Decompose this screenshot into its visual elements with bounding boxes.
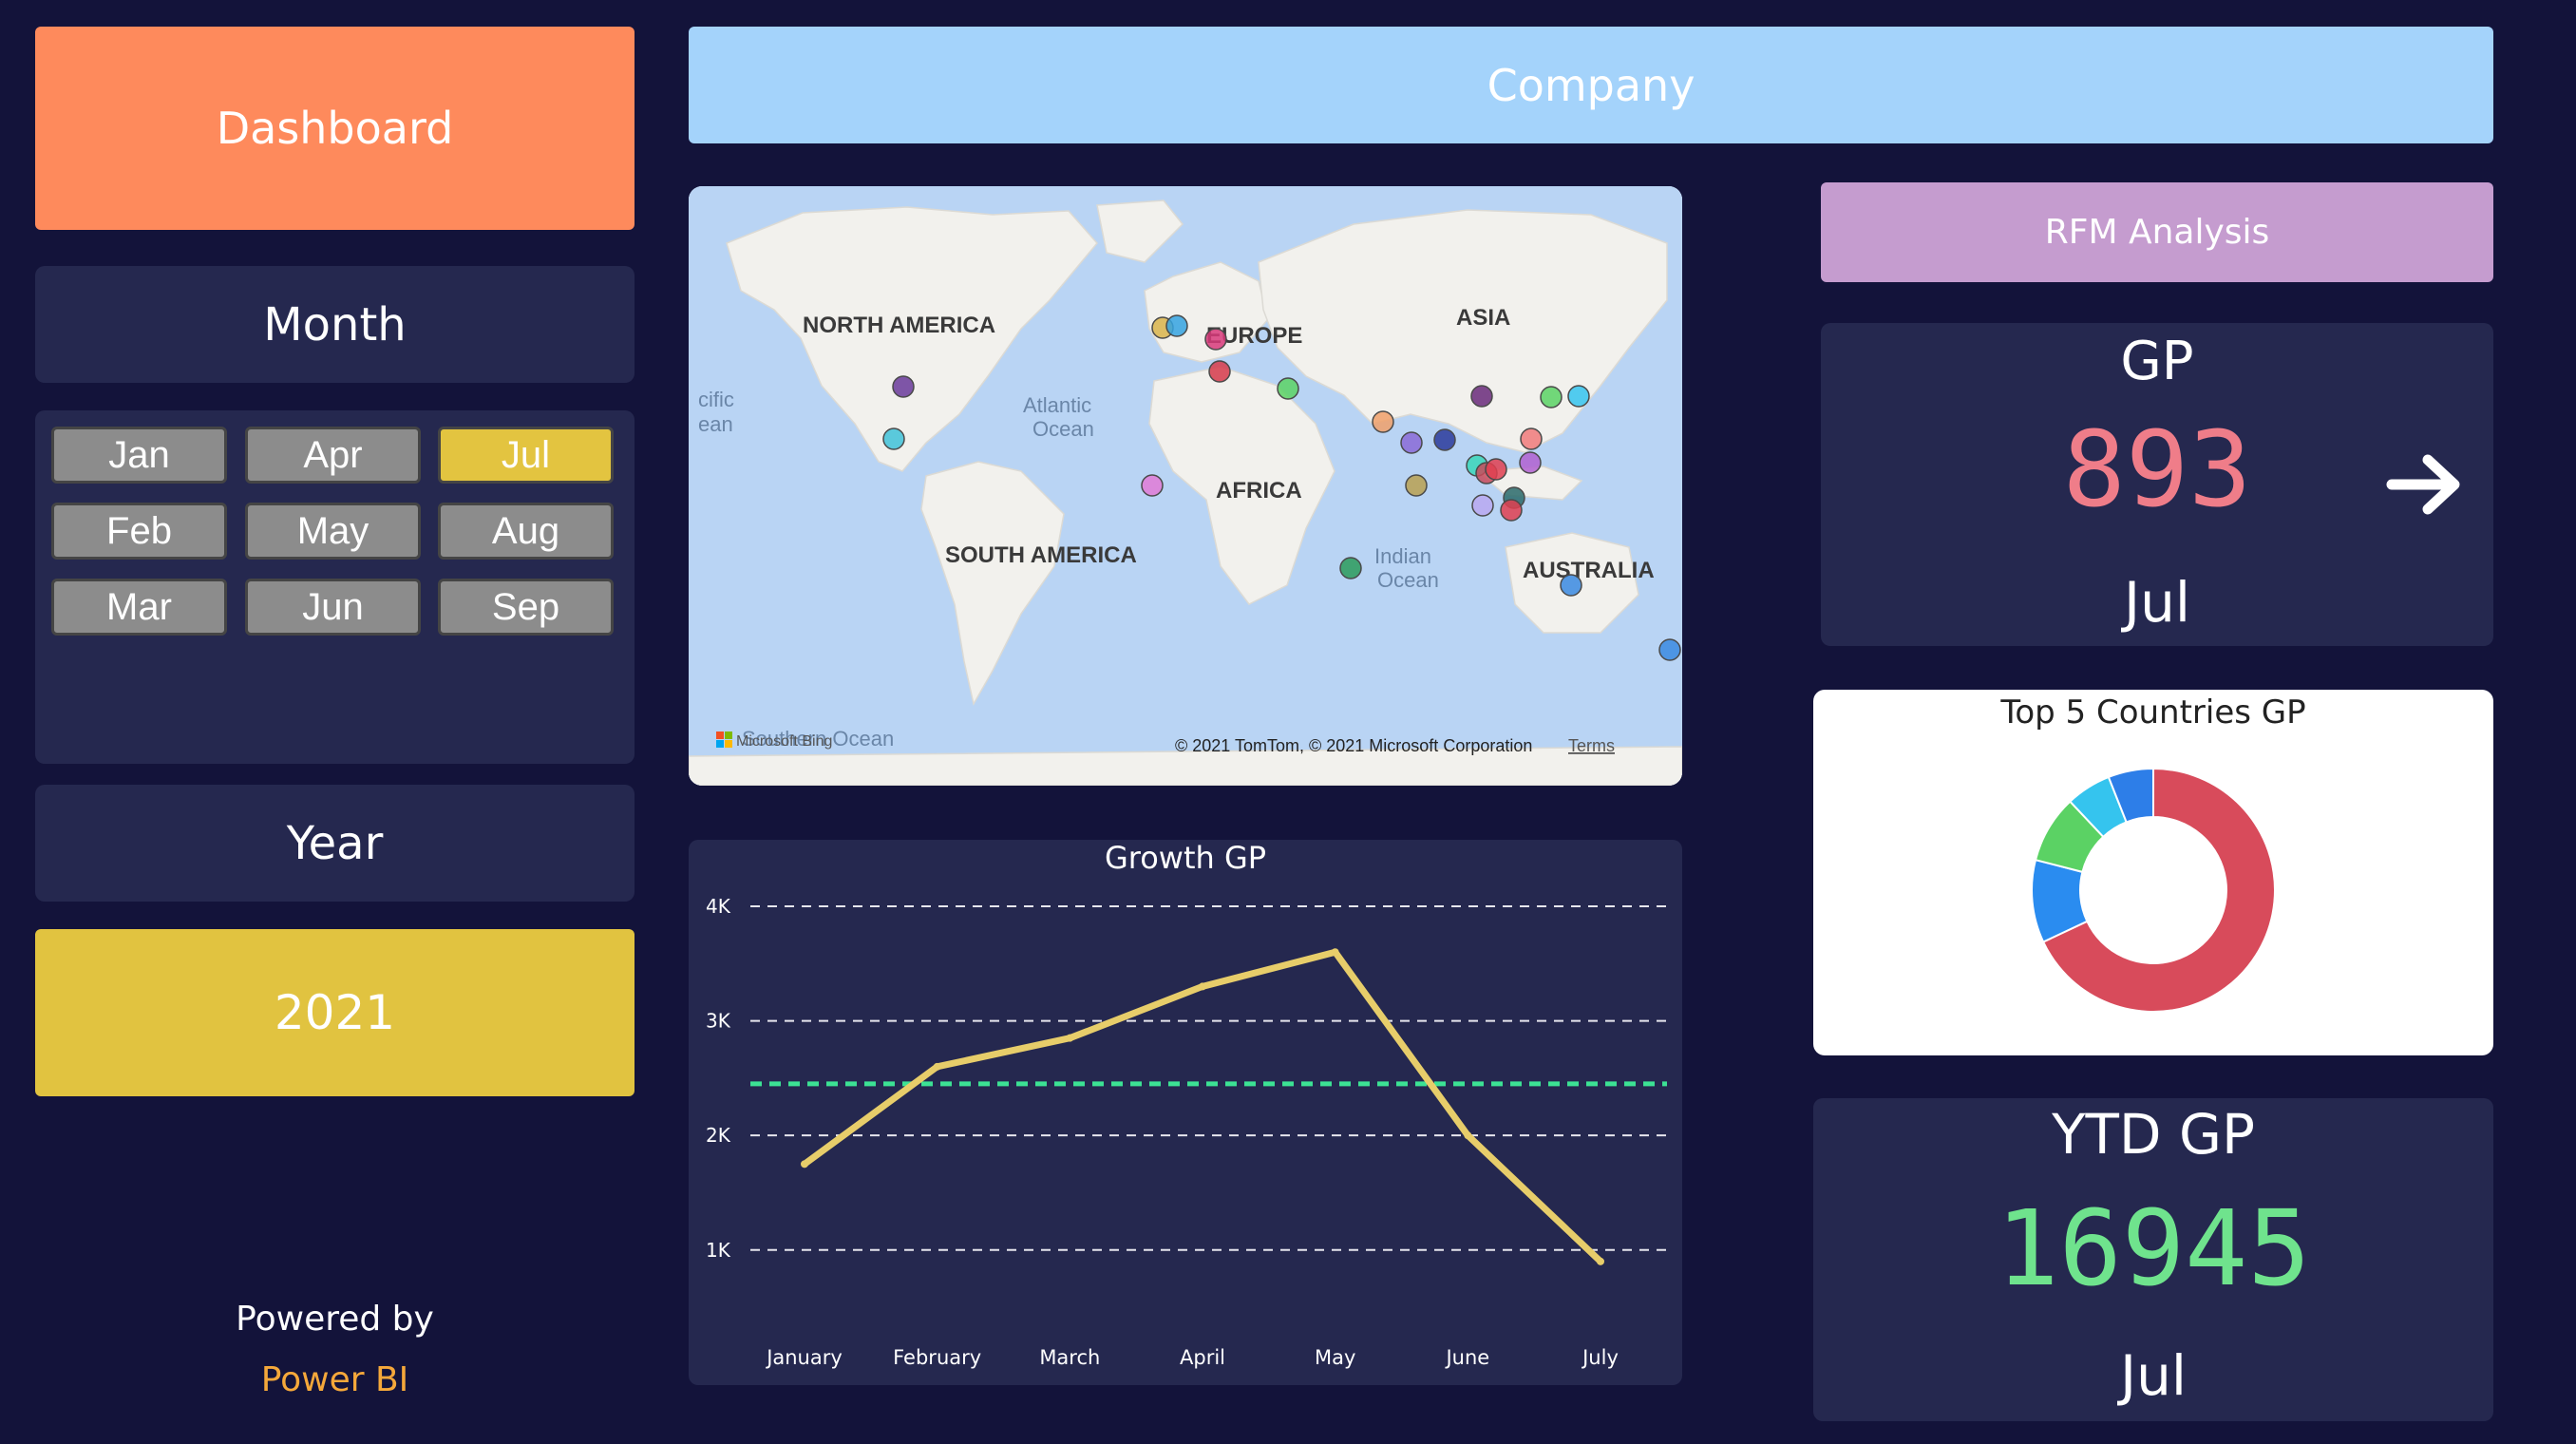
gp-title: GP — [2120, 331, 2194, 392]
top5-donut-chart[interactable] — [1813, 690, 2493, 1055]
y-tick-label: 3K — [706, 1010, 731, 1033]
map-bubble[interactable] — [1520, 428, 1543, 450]
map-bubble[interactable] — [1519, 451, 1542, 474]
x-tick-label: March — [1039, 1346, 1100, 1369]
data-point[interactable] — [1464, 1131, 1472, 1140]
map-bubble[interactable] — [1204, 328, 1227, 351]
gp-month: Jul — [2124, 570, 2190, 635]
map-bubble[interactable] — [1658, 638, 1681, 661]
growth-series-line — [802, 948, 1603, 1264]
ytd-gp-month: Jul — [2120, 1343, 2187, 1408]
map-bubble[interactable] — [1433, 428, 1456, 451]
map-bubble[interactable] — [1208, 360, 1231, 383]
company-banner[interactable]: Company — [689, 27, 2493, 143]
data-point[interactable] — [1331, 948, 1339, 957]
map-label-asia: ASIA — [1456, 305, 1510, 331]
month-button-feb[interactable]: Feb — [51, 503, 227, 560]
month-button-apr[interactable]: Apr — [245, 427, 421, 484]
map-label-australia: AUSTRALIA — [1523, 558, 1655, 583]
year-slicer-title: Year — [286, 816, 384, 870]
month-slicer-title: Month — [263, 297, 407, 352]
map-label-pacific-1: cific — [698, 388, 734, 411]
dashboard-tile[interactable]: Dashboard — [35, 27, 635, 230]
svg-text:Microsoft Bing: Microsoft Bing — [736, 733, 832, 750]
map-bubble[interactable] — [1500, 499, 1523, 522]
growth-gp-chart: Growth GP 1K 2K 3K 4K January February March A… — [689, 840, 1682, 1385]
ytd-gp-value: 16945 — [1996, 1188, 2311, 1309]
map-label-indian-1: Indian — [1374, 544, 1431, 568]
powered-by-brand: Power BI — [260, 1360, 409, 1399]
x-tick-label: April — [1180, 1346, 1225, 1369]
dashboard-label: Dashboard — [216, 103, 454, 154]
map-terms-link[interactable]: Terms — [1568, 736, 1615, 755]
y-tick-label: 2K — [706, 1124, 731, 1147]
map-bubble[interactable] — [1560, 574, 1582, 597]
rfm-analysis-button[interactable]: RFM Analysis — [1821, 182, 2493, 282]
month-button-may[interactable]: May — [245, 503, 421, 560]
map-bubble[interactable] — [1277, 377, 1299, 400]
month-button-jun[interactable]: Jun — [245, 579, 421, 636]
map-attribution: © 2021 TomTom, © 2021 Microsoft Corporat… — [1175, 736, 1532, 755]
data-point[interactable] — [933, 1062, 941, 1071]
y-tick-label: 1K — [706, 1239, 731, 1262]
map-bubble[interactable] — [1400, 431, 1423, 454]
month-button-jan[interactable]: Jan — [51, 427, 227, 484]
map-bubble[interactable] — [1405, 474, 1428, 497]
map-label-africa: AFRICA — [1216, 478, 1302, 504]
month-button-jul[interactable]: Jul — [438, 427, 614, 484]
month-button-mar[interactable]: Mar — [51, 579, 227, 636]
month-button-sep[interactable]: Sep — [438, 579, 614, 636]
year-slicer-header: Year — [35, 785, 635, 902]
year-button-2021[interactable]: 2021 — [35, 929, 635, 1096]
map-bubble[interactable] — [1372, 410, 1394, 433]
map-label-pacific-2: ean — [698, 412, 733, 436]
y-tick-label: 4K — [706, 895, 731, 918]
data-point[interactable] — [1597, 1257, 1604, 1265]
ytd-gp-title: YTD GP — [2052, 1102, 2255, 1167]
map-bubble[interactable] — [1470, 385, 1493, 408]
map-bubble[interactable] — [1540, 386, 1563, 408]
world-map[interactable]: NORTH AMERICA EUROPE ASIA AFRICA SOUTH A… — [689, 186, 1682, 786]
map-bubble[interactable] — [882, 428, 905, 450]
map-bubble[interactable] — [1567, 385, 1590, 408]
map-label-indian-2: Ocean — [1377, 568, 1439, 592]
month-slicer: Jan Apr Jul Feb May Aug Mar Jun Sep — [35, 410, 635, 764]
map-bubble[interactable] — [1141, 474, 1164, 497]
map-label-north-america: NORTH AMERICA — [803, 313, 995, 338]
company-banner-label: Company — [1487, 59, 1695, 111]
growth-chart-title: Growth GP — [1105, 840, 1266, 876]
map-label-atlantic-2: Ocean — [1032, 417, 1094, 441]
month-button-aug[interactable]: Aug — [438, 503, 614, 560]
x-tick-label: June — [1444, 1346, 1489, 1369]
data-point[interactable] — [1199, 982, 1206, 991]
data-point[interactable] — [801, 1160, 808, 1168]
x-tick-label: January — [765, 1346, 843, 1369]
year-value-label: 2021 — [274, 985, 396, 1040]
map-bubble[interactable] — [1485, 458, 1507, 481]
month-slicer-header: Month — [35, 266, 635, 383]
powered-by-label: Powered by — [236, 1300, 434, 1339]
x-tick-label: July — [1581, 1346, 1619, 1369]
rfm-analysis-label: RFM Analysis — [2044, 213, 2270, 252]
map-bubble[interactable] — [1471, 494, 1494, 517]
x-tick-label: May — [1315, 1346, 1355, 1369]
data-point[interactable] — [1066, 1034, 1074, 1042]
map-label-atlantic-1: Atlantic — [1023, 393, 1091, 417]
map-bubble[interactable] — [1339, 557, 1362, 580]
map-bubble[interactable] — [892, 375, 915, 398]
x-tick-label: February — [893, 1346, 981, 1369]
map-label-south-america: SOUTH AMERICA — [945, 542, 1137, 568]
arrow-right-icon[interactable] — [2384, 446, 2468, 522]
map-bubble[interactable] — [1165, 314, 1188, 337]
